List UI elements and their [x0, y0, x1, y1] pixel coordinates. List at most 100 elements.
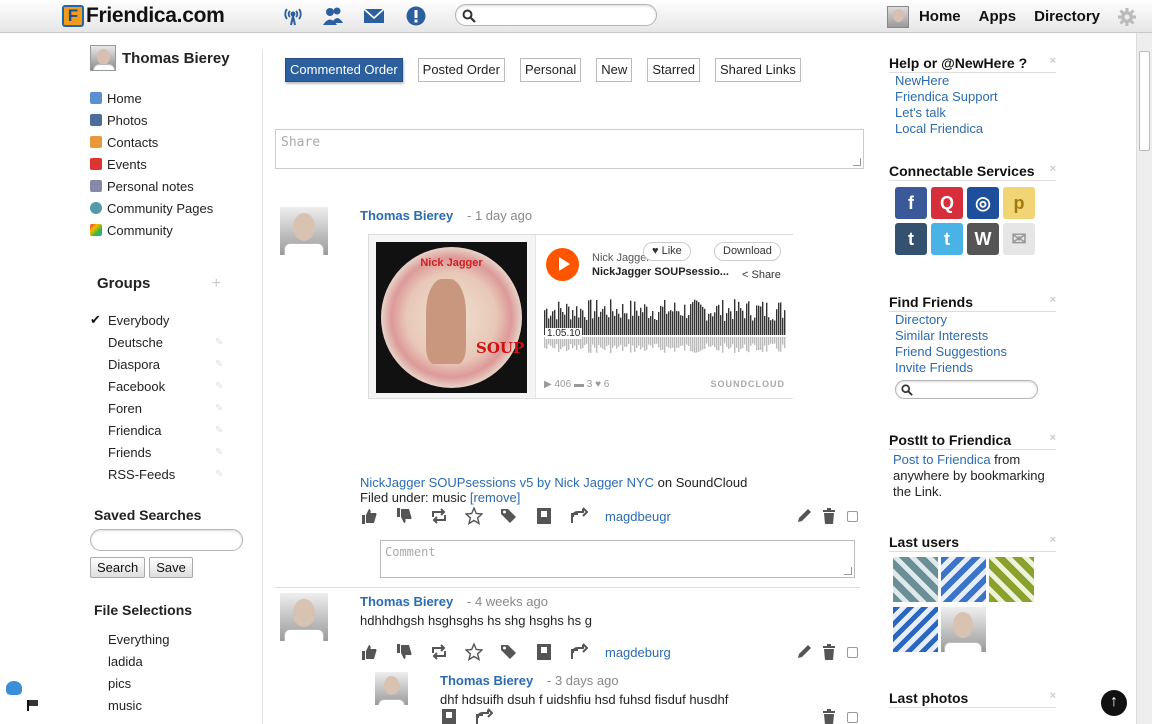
find-friends-input[interactable]	[895, 380, 1038, 399]
messages-icon[interactable]	[363, 6, 385, 26]
tag-icon[interactable]	[500, 507, 518, 525]
group-item[interactable]: Deutsche ✎	[90, 331, 255, 353]
save-button[interactable]: Save	[149, 557, 193, 578]
group-item[interactable]: RSS-Feeds ✎	[90, 463, 255, 485]
tab-starred[interactable]: Starred	[647, 58, 700, 82]
soundcloud-embed[interactable]: Nick Jagger SOUP Nick Jagger NickJagger …	[368, 234, 793, 399]
post-author[interactable]: Thomas Bierey	[360, 208, 453, 223]
twitter-icon[interactable]: t	[931, 223, 963, 255]
sidebar-item-community[interactable]: Community	[90, 219, 255, 241]
user-avatar[interactable]	[886, 5, 909, 28]
track-artist[interactable]: Nick Jagger	[592, 252, 650, 264]
group-item[interactable]: Facebook ✎	[90, 375, 255, 397]
tab-commented-order[interactable]: Commented Order	[285, 58, 403, 82]
comment-avatar[interactable]	[375, 672, 408, 705]
group-item[interactable]: Diaspora ✎	[90, 353, 255, 375]
sidebar-item-community-pages[interactable]: Community Pages	[90, 197, 255, 219]
download-button[interactable]: Download	[714, 242, 781, 261]
close-icon[interactable]: ×	[1050, 163, 1056, 175]
post-checkbox[interactable]	[847, 646, 858, 658]
sidebar-item-events[interactable]: Events	[90, 153, 255, 175]
nav-directory-link[interactable]: Directory	[1034, 8, 1100, 25]
file-icon[interactable]	[440, 708, 458, 724]
file-item[interactable]: music	[108, 694, 255, 716]
share-arrow-icon[interactable]	[570, 507, 588, 525]
help-link[interactable]: NewHere	[895, 73, 949, 88]
tagged-user-link[interactable]: magdbeugr	[605, 509, 671, 524]
email-icon[interactable]: ✉	[1003, 223, 1035, 255]
trash-icon[interactable]	[820, 708, 838, 724]
tab-shared-links[interactable]: Shared Links	[714, 58, 801, 82]
help-link[interactable]: Friendica Support	[895, 89, 998, 104]
user-avatar[interactable]	[893, 607, 938, 652]
saved-search-input[interactable]	[90, 529, 243, 551]
edit-group-icon[interactable]: ✎	[215, 447, 223, 458]
trash-icon[interactable]	[820, 507, 838, 525]
gear-icon[interactable]	[1118, 7, 1136, 26]
reshare-icon[interactable]	[430, 643, 448, 661]
facebook-icon[interactable]: f	[895, 187, 927, 219]
resize-handle[interactable]	[844, 567, 852, 575]
nav-apps-link[interactable]: Apps	[979, 8, 1017, 25]
file-item[interactable]: ladida	[108, 650, 255, 672]
avatar[interactable]	[90, 45, 116, 71]
sidebar-item-contacts[interactable]: Contacts	[90, 131, 255, 153]
find-link[interactable]: Directory	[895, 312, 947, 327]
site-logo[interactable]: F Friendica.com	[62, 4, 225, 28]
close-icon[interactable]: ×	[1050, 432, 1056, 444]
posterous-icon[interactable]: p	[1003, 187, 1035, 219]
post-avatar[interactable]	[280, 207, 328, 255]
search-input[interactable]	[455, 4, 657, 26]
post-checkbox[interactable]	[847, 510, 858, 522]
reshare-icon[interactable]	[430, 507, 448, 525]
user-avatar[interactable]	[941, 607, 986, 652]
post-author[interactable]: Thomas Bierey	[360, 594, 453, 609]
notifications-icon[interactable]	[405, 6, 427, 26]
edit-group-icon[interactable]: ✎	[215, 469, 223, 480]
find-link[interactable]: Similar Interests	[895, 328, 988, 343]
help-link[interactable]: Local Friendica	[895, 121, 983, 136]
remove-tag-link[interactable]: [remove]	[470, 490, 521, 505]
scroll-to-top-button[interactable]: ↑	[1101, 690, 1127, 716]
comment-checkbox[interactable]	[847, 711, 858, 723]
post-avatar[interactable]	[280, 593, 328, 641]
scrollbar[interactable]	[1136, 33, 1152, 724]
network-icon[interactable]	[282, 6, 304, 26]
star-icon[interactable]	[465, 643, 483, 661]
tumblr-icon[interactable]: t	[895, 223, 927, 255]
sidebar-item-photos[interactable]: Photos	[90, 109, 255, 131]
comment-author[interactable]: Thomas Bierey	[440, 673, 533, 688]
close-icon[interactable]: ×	[1050, 534, 1056, 546]
close-icon[interactable]: ×	[1050, 55, 1056, 67]
embed-link[interactable]: NickJagger SOUPsessions v5 by Nick Jagge…	[360, 475, 654, 490]
user-avatar[interactable]	[893, 557, 938, 602]
tab-new[interactable]: New	[596, 58, 633, 82]
share-arrow-icon[interactable]	[570, 643, 588, 661]
post-timestamp[interactable]: - 1 day ago	[467, 208, 532, 223]
find-link[interactable]: Friend Suggestions	[895, 344, 1007, 359]
group-item[interactable]: ✔ Everybody	[90, 309, 255, 331]
share-textarea[interactable]: Share	[275, 129, 864, 169]
find-link[interactable]: Invite Friends	[895, 360, 973, 375]
group-item[interactable]: Friends ✎	[90, 441, 255, 463]
star-icon[interactable]	[465, 507, 483, 525]
comment-timestamp[interactable]: - 3 days ago	[547, 673, 619, 688]
wordpress-icon[interactable]: W	[967, 223, 999, 255]
close-icon[interactable]: ×	[1050, 690, 1056, 702]
edit-icon[interactable]	[795, 507, 813, 525]
scroll-thumb[interactable]	[1139, 51, 1150, 151]
flag-icon[interactable]	[27, 700, 39, 711]
profile-header[interactable]: Thomas Bierey	[90, 45, 255, 71]
tagged-user-link[interactable]: magdeburg	[605, 645, 671, 660]
like-button[interactable]: ♥ Like	[643, 242, 691, 261]
file-icon[interactable]	[535, 643, 553, 661]
user-avatar[interactable]	[941, 557, 986, 602]
edit-icon[interactable]	[795, 643, 813, 661]
group-item[interactable]: Friendica ✎	[90, 419, 255, 441]
tab-posted-order[interactable]: Posted Order	[417, 58, 505, 82]
thumbs-down-icon[interactable]	[395, 507, 413, 525]
sidebar-item-notes[interactable]: Personal notes	[90, 175, 255, 197]
qiita-icon[interactable]: Q	[931, 187, 963, 219]
tag-icon[interactable]	[500, 643, 518, 661]
thumbs-up-icon[interactable]	[360, 507, 378, 525]
